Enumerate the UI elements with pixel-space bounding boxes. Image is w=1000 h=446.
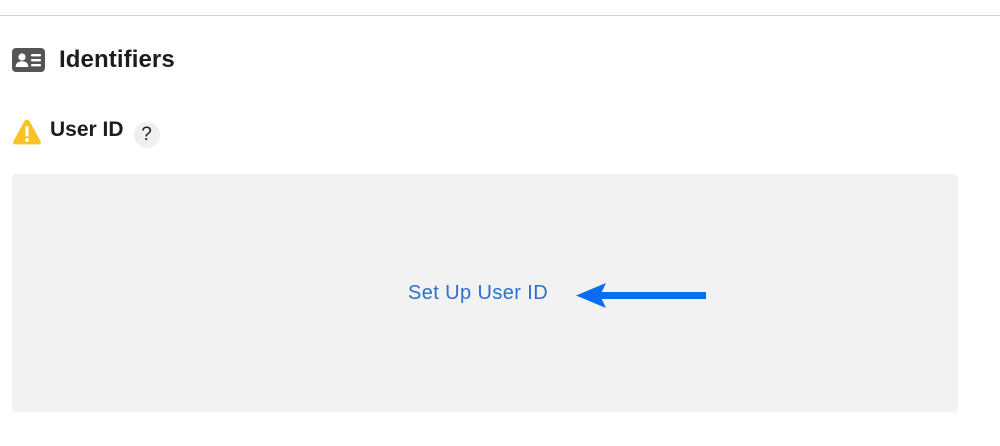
help-button[interactable]: ? <box>133 122 160 148</box>
user-id-label: User ID <box>50 118 124 141</box>
top-divider <box>0 15 1000 16</box>
id-card-icon <box>12 48 45 72</box>
set-up-user-id-link[interactable]: Set Up User ID <box>408 282 548 305</box>
warning-icon <box>12 118 42 146</box>
setup-panel: Set Up User ID <box>12 174 958 412</box>
left-arrow-icon <box>576 280 710 310</box>
section-header: Identifiers <box>12 44 175 76</box>
section-title: Identifiers <box>59 46 175 73</box>
user-id-field-row: User ID ? <box>12 114 160 150</box>
identifiers-page: Identifiers User ID ? Set Up User ID <box>0 0 1000 446</box>
